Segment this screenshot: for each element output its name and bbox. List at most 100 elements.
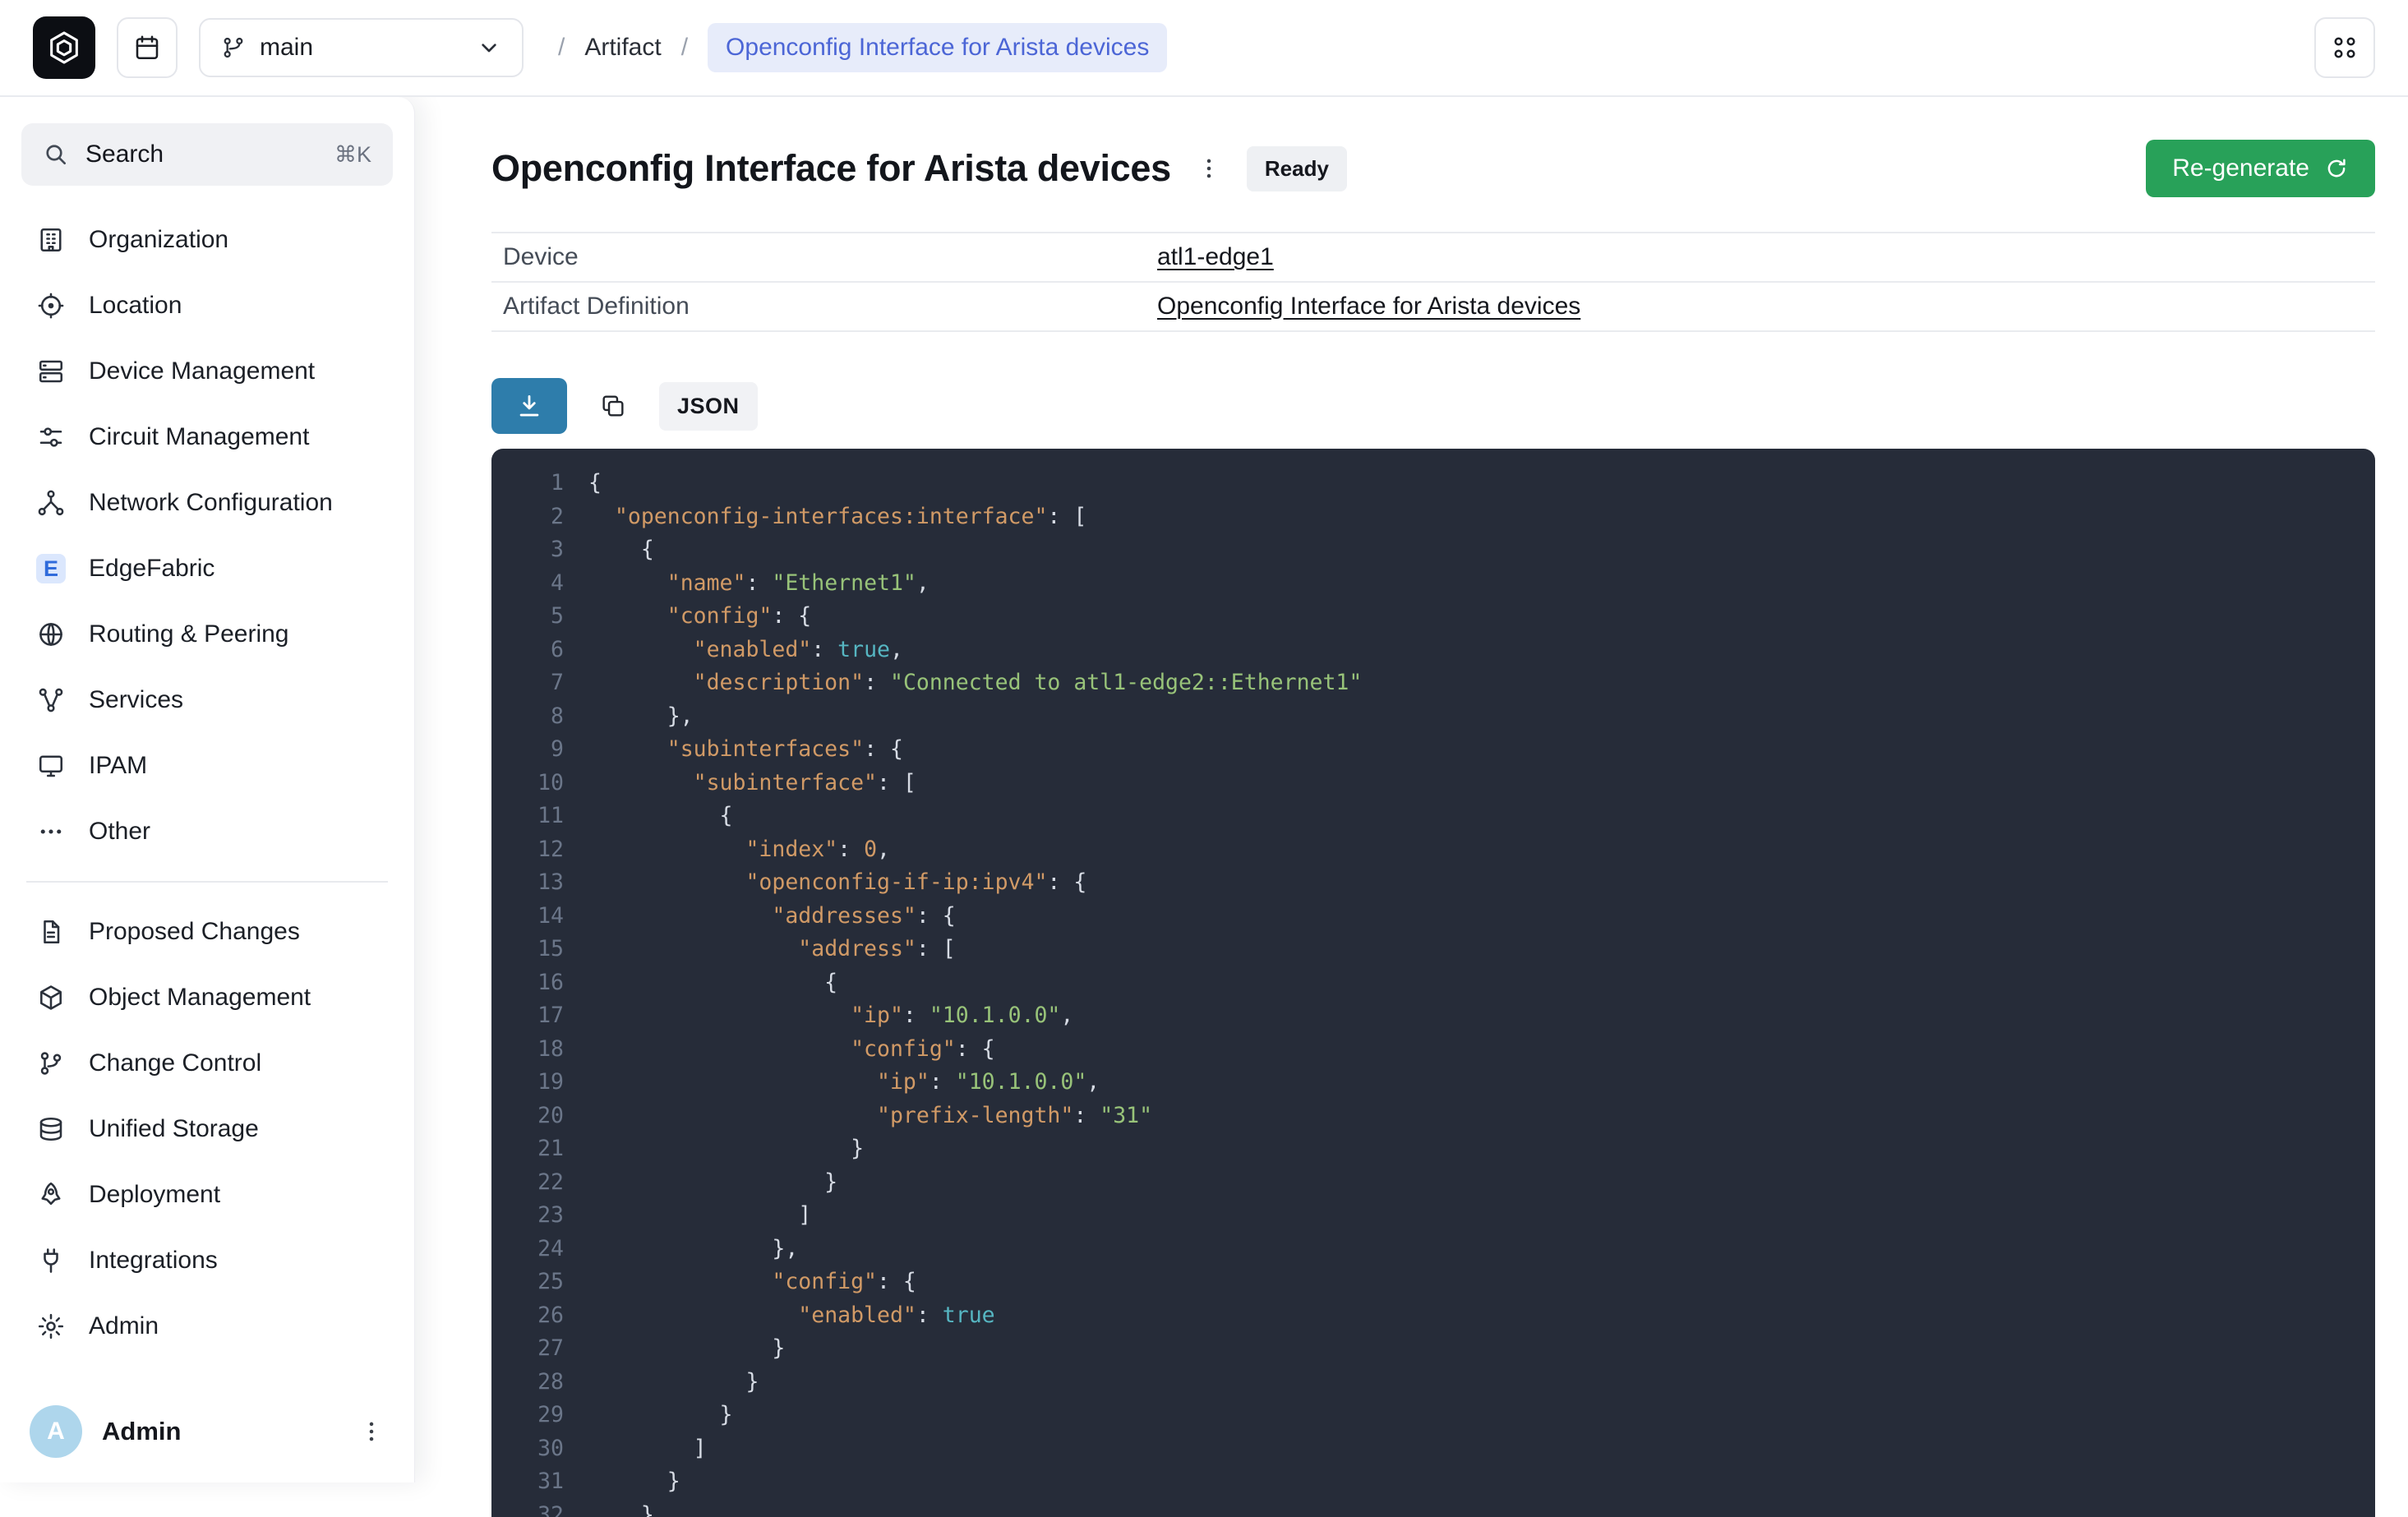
code-line: 27 } xyxy=(491,1332,2375,1366)
sidebar-item-label: Location xyxy=(89,292,182,320)
code-line: 31 } xyxy=(491,1465,2375,1499)
user-menu-button[interactable] xyxy=(358,1418,385,1445)
code-line-text: "openconfig-interfaces:interface": [ xyxy=(588,500,1086,534)
line-number: 24 xyxy=(491,1233,564,1266)
app-logo[interactable] xyxy=(33,16,95,79)
code-line: 23 ] xyxy=(491,1199,2375,1233)
detail-label: Artifact Definition xyxy=(491,293,1157,320)
hexagon-logo-icon xyxy=(45,29,83,67)
sidebar-item-proposed-changes[interactable]: Proposed Changes xyxy=(21,899,393,965)
device-management-icon xyxy=(36,357,66,386)
breadcrumb-item-artifact[interactable]: Artifact xyxy=(584,34,661,62)
code-line: 7 "description": "Connected to atl1-edge… xyxy=(491,666,2375,700)
detail-row: Artifact DefinitionOpenconfig Interface … xyxy=(491,283,2375,332)
code-line-text: } xyxy=(588,1465,680,1499)
line-number: 20 xyxy=(491,1100,564,1133)
code-line-text: { xyxy=(588,467,602,500)
sidebar-divider xyxy=(26,881,388,883)
code-line: 13 "openconfig-if-ip:ipv4": { xyxy=(491,866,2375,900)
sidebar-item-routing-peering[interactable]: Routing & Peering xyxy=(21,602,393,667)
sidebar-item-network-configuration[interactable]: Network Configuration xyxy=(21,470,393,536)
unified-storage-icon xyxy=(36,1114,66,1144)
calendar-button[interactable] xyxy=(117,17,178,78)
code-line-text: "enabled": true xyxy=(588,1299,995,1333)
breadcrumb-item-current[interactable]: Openconfig Interface for Arista devices xyxy=(708,23,1167,72)
sidebar-item-integrations[interactable]: Integrations xyxy=(21,1228,393,1293)
edgefabric-icon: E xyxy=(36,554,66,583)
sidebar-item-label: Object Management xyxy=(89,984,311,1012)
regenerate-button[interactable]: Re-generate xyxy=(2146,140,2375,197)
sidebar-item-admin[interactable]: Admin xyxy=(21,1293,393,1359)
line-number: 4 xyxy=(491,567,564,601)
line-number: 1 xyxy=(491,467,564,500)
detail-value-link[interactable]: Openconfig Interface for Arista devices xyxy=(1157,293,1580,320)
code-line: 14 "addresses": { xyxy=(491,900,2375,934)
sidebar-item-label: Circuit Management xyxy=(89,423,309,451)
code-line: 9 "subinterfaces": { xyxy=(491,733,2375,767)
detail-row: Deviceatl1-edge1 xyxy=(491,233,2375,283)
routing-peering-icon xyxy=(36,620,66,649)
code-line: 17 "ip": "10.1.0.0", xyxy=(491,999,2375,1033)
sidebar-item-label: Admin xyxy=(89,1312,159,1340)
code-line: 10 "subinterface": [ xyxy=(491,767,2375,800)
format-tab-json[interactable]: JSON xyxy=(659,382,758,431)
branch-name: main xyxy=(260,34,313,62)
copy-icon xyxy=(599,392,627,420)
line-number: 17 xyxy=(491,999,564,1033)
code-line-text: { xyxy=(588,966,837,1000)
code-line-text: "config": { xyxy=(588,1033,995,1067)
line-number: 13 xyxy=(491,866,564,900)
line-number: 14 xyxy=(491,900,564,934)
sidebar-item-organization[interactable]: Organization xyxy=(21,207,393,273)
chevron-down-icon xyxy=(476,35,502,61)
copy-button[interactable] xyxy=(587,380,639,432)
code-line: 3 { xyxy=(491,533,2375,567)
apps-grid-button[interactable] xyxy=(2314,17,2375,78)
line-number: 16 xyxy=(491,966,564,1000)
line-number: 15 xyxy=(491,933,564,966)
sidebar-item-location[interactable]: Location xyxy=(21,273,393,339)
title-menu-button[interactable] xyxy=(1196,155,1222,182)
sidebar-item-device-management[interactable]: Device Management xyxy=(21,339,393,404)
line-number: 2 xyxy=(491,500,564,534)
sidebar-item-unified-storage[interactable]: Unified Storage xyxy=(21,1096,393,1162)
page-header: Openconfig Interface for Arista devices … xyxy=(491,140,2375,197)
line-number: 32 xyxy=(491,1499,564,1517)
sidebar-item-object-management[interactable]: Object Management xyxy=(21,965,393,1031)
line-number: 11 xyxy=(491,800,564,833)
line-number: 10 xyxy=(491,767,564,800)
branch-selector[interactable]: main xyxy=(199,18,524,77)
download-button[interactable] xyxy=(491,378,567,434)
line-number: 26 xyxy=(491,1299,564,1333)
code-line: 8 }, xyxy=(491,700,2375,734)
code-line-text: ] xyxy=(588,1199,811,1233)
code-line-text: } xyxy=(588,1332,785,1366)
line-number: 21 xyxy=(491,1132,564,1166)
object-management-icon xyxy=(36,983,66,1012)
refresh-icon xyxy=(2324,156,2349,181)
sidebar-item-ipam[interactable]: IPAM xyxy=(21,733,393,799)
code-line: 26 "enabled": true xyxy=(491,1299,2375,1333)
code-line: 2 "openconfig-interfaces:interface": [ xyxy=(491,500,2375,534)
code-line-text: "ip": "10.1.0.0", xyxy=(588,1066,1100,1100)
sidebar-item-label: Routing & Peering xyxy=(89,620,289,648)
sidebar-item-deployment[interactable]: Deployment xyxy=(21,1162,393,1228)
sidebar-item-other[interactable]: Other xyxy=(21,799,393,865)
admin-icon xyxy=(36,1312,66,1341)
calendar-icon xyxy=(132,33,162,62)
sidebar-item-circuit-management[interactable]: Circuit Management xyxy=(21,404,393,470)
code-line: 29 } xyxy=(491,1399,2375,1432)
sidebar-item-services[interactable]: Services xyxy=(21,667,393,733)
sidebar-item-label: Proposed Changes xyxy=(89,918,300,946)
code-line-text: } xyxy=(588,1399,733,1432)
code-lines: 1 {2 "openconfig-interfaces:interface": [… xyxy=(491,467,2375,1517)
line-number: 5 xyxy=(491,600,564,634)
search-input[interactable]: Search ⌘K xyxy=(21,123,393,186)
code-line: 6 "enabled": true, xyxy=(491,634,2375,667)
location-icon xyxy=(36,291,66,320)
line-number: 12 xyxy=(491,833,564,867)
detail-value-link[interactable]: atl1-edge1 xyxy=(1157,243,1274,271)
sidebar-item-edgefabric[interactable]: EEdgeFabric xyxy=(21,536,393,602)
search-icon xyxy=(43,141,69,168)
sidebar-item-change-control[interactable]: Change Control xyxy=(21,1031,393,1096)
